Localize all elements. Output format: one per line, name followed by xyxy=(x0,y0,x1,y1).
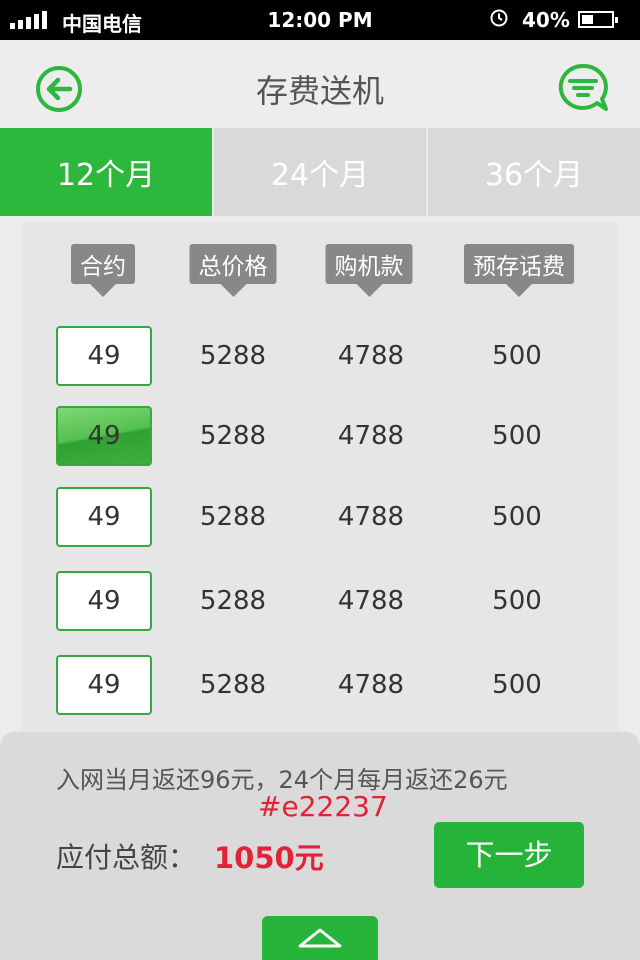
prepaid-fee: 500 xyxy=(492,341,542,371)
plan-option[interactable]: 49 xyxy=(56,326,152,386)
tab-12-months[interactable]: 12个月 xyxy=(0,128,212,216)
total-price: 5288 xyxy=(199,341,267,371)
total-price: 5288 xyxy=(199,586,267,616)
total-price: 5288 xyxy=(199,421,267,451)
table-row[interactable]: 49 5288 4788 500 xyxy=(22,571,618,631)
summary-panel: 入网当月返还96元，24个月每月返还26元 #e22237 应付总额： 1050… xyxy=(0,732,640,960)
header-device-price: 购机款 xyxy=(325,244,413,297)
device-price: 4788 xyxy=(337,670,405,700)
plan-option[interactable]: 49 xyxy=(56,487,152,547)
page-title: 存费送机 xyxy=(255,72,384,110)
prepaid-fee: 500 xyxy=(492,670,542,700)
message-icon[interactable] xyxy=(556,62,610,116)
plan-table: 合约 总价格 购机款 预存话费 49 5288 4788 500 49 5288… xyxy=(22,222,618,742)
prepaid-fee: 500 xyxy=(492,586,542,616)
header-prepaid-fee: 预存话费 xyxy=(464,244,574,297)
tab-36-months[interactable]: 36个月 xyxy=(426,128,640,216)
table-row[interactable]: 49 5288 4788 500 xyxy=(22,326,618,386)
total-amount: 1050元 xyxy=(214,841,324,875)
device-price: 4788 xyxy=(337,586,405,616)
header-total-price: 总价格 xyxy=(189,244,277,297)
chevron-up-icon xyxy=(298,928,342,948)
device-price: 4788 xyxy=(337,502,405,532)
collapse-handle[interactable] xyxy=(262,916,378,960)
total-price: 5288 xyxy=(199,502,267,532)
device-price: 4788 xyxy=(337,341,405,371)
period-tabs: 12个月 24个月 36个月 xyxy=(0,128,640,216)
prepaid-fee: 500 xyxy=(492,502,542,532)
battery-level xyxy=(582,15,594,24)
plan-option[interactable]: 49 xyxy=(56,406,152,466)
nav-bar: 存费送机 xyxy=(0,40,640,129)
table-row[interactable]: 49 5288 4788 500 xyxy=(22,487,618,547)
plan-option[interactable]: 49 xyxy=(56,571,152,631)
color-code-note: #e22237 xyxy=(258,790,388,823)
alarm-clock-icon xyxy=(490,9,508,27)
status-bar: 中国电信 12:00 PM 40% xyxy=(0,0,640,40)
battery-percent: 40% xyxy=(522,8,570,32)
table-row[interactable]: 49 5288 4788 500 xyxy=(22,655,618,715)
header-contract: 合约 xyxy=(71,244,135,297)
plan-option[interactable]: 49 xyxy=(56,655,152,715)
table-row[interactable]: 49 5288 4788 500 xyxy=(22,406,618,466)
tab-24-months[interactable]: 24个月 xyxy=(212,128,426,216)
total-price: 5288 xyxy=(199,670,267,700)
next-step-button[interactable]: 下一步 xyxy=(434,822,584,888)
total-label: 应付总额： xyxy=(56,841,197,874)
device-price: 4788 xyxy=(337,421,405,451)
prepaid-fee: 500 xyxy=(492,421,542,451)
battery-icon xyxy=(578,11,618,28)
